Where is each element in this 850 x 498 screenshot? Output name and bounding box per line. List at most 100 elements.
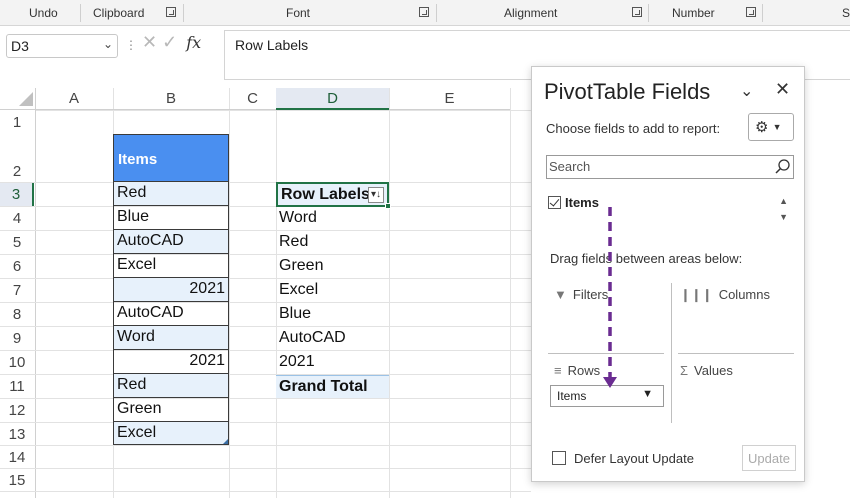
rows-area-label[interactable]: ≡ Rows [554, 363, 600, 378]
filters-area-label[interactable]: ▼ Filters [554, 287, 608, 302]
table-header-cell[interactable]: Items [113, 134, 229, 182]
defer-label: Defer Layout Update [574, 451, 694, 466]
cell-value: Blue [117, 208, 150, 225]
column-header-d[interactable]: D [276, 88, 389, 110]
row-header-5[interactable]: 5 [0, 231, 34, 254]
defer-layout-checkbox[interactable]: Defer Layout Update [552, 451, 694, 466]
search-placeholder: Search [549, 159, 591, 174]
row-header-11[interactable]: 11 [0, 375, 34, 398]
column-header-b[interactable]: B [113, 88, 229, 110]
pane-options-chevron-icon[interactable]: ⌄ [740, 81, 753, 101]
table-row[interactable]: 2021 [113, 350, 229, 374]
chevron-down-icon[interactable]: ⌄ [103, 37, 113, 51]
grid-line [35, 110, 531, 111]
table-row[interactable]: Blue [113, 206, 229, 230]
table-row[interactable]: Word [113, 326, 229, 350]
pivot-row-label[interactable]: Red [276, 231, 308, 251]
row-header-12[interactable]: 12 [0, 399, 34, 422]
grid-line [0, 230, 531, 231]
values-area-label[interactable]: Σ Values [680, 363, 733, 378]
ribbon-group-alignment[interactable]: Alignment [504, 6, 557, 20]
filter-dropdown-icon[interactable]: ▾↓ [368, 187, 384, 203]
pivot-row-label[interactable]: Green [276, 255, 323, 275]
cell-value: 2021 [189, 352, 225, 369]
select-all-corner[interactable] [0, 88, 35, 110]
search-icon[interactable] [775, 159, 791, 175]
row-header-4[interactable]: 4 [0, 207, 34, 230]
insert-function-icon[interactable]: fx [186, 33, 201, 52]
column-header-a[interactable]: A [35, 88, 113, 110]
ribbon-group-styles[interactable]: S [842, 6, 850, 20]
columns-area-label[interactable]: ❙❙❙ Columns [680, 287, 770, 303]
pane-subtitle: Choose fields to add to report: [546, 121, 721, 136]
rows-label: Rows [567, 363, 601, 378]
table-row[interactable]: Red [113, 374, 229, 398]
number-launcher-icon[interactable] [746, 7, 756, 17]
grid-line [0, 422, 531, 423]
ribbon-group-font[interactable]: Font [286, 6, 310, 20]
ribbon-group-undo[interactable]: Undo [29, 6, 58, 20]
row-header-15[interactable]: 15 [0, 469, 34, 491]
row-header-3[interactable]: 3 [0, 183, 34, 206]
grid-line [0, 398, 531, 399]
pivot-row-label[interactable]: Blue [276, 303, 311, 323]
row-header-2[interactable]: 2 [0, 160, 34, 182]
search-input[interactable]: Search [546, 155, 794, 179]
clipboard-launcher-icon[interactable] [166, 7, 176, 17]
row-header-13[interactable]: 13 [0, 423, 34, 445]
pivot-row-label[interactable]: Word [276, 207, 317, 227]
field-item-items[interactable]: Items [548, 195, 599, 210]
scroll-down-icon[interactable]: ▼ [779, 212, 788, 222]
cell-value: Red [117, 184, 147, 201]
table-row[interactable]: Green [113, 398, 229, 422]
row-header-8[interactable]: 8 [0, 303, 34, 326]
table-row[interactable]: AutoCAD [113, 230, 229, 254]
cell-value: Word [117, 328, 155, 345]
pivot-row-label[interactable]: Excel [276, 279, 318, 299]
font-launcher-icon[interactable] [419, 7, 429, 17]
table-row[interactable]: Excel [113, 254, 229, 278]
table-row[interactable]: Excel [113, 422, 229, 445]
pivot-grand-total-row[interactable]: Grand Total [276, 375, 389, 398]
table-row[interactable]: Red [113, 182, 229, 206]
table-row[interactable]: 2021 [113, 278, 229, 302]
close-icon[interactable]: ✕ [775, 79, 790, 100]
ribbon-group-number[interactable]: Number [672, 6, 715, 20]
ribbon-separator [648, 4, 649, 22]
filters-label: Filters [572, 287, 609, 302]
area-divider [678, 353, 794, 354]
enter-check-icon[interactable]: ✓ [162, 32, 177, 52]
grid-line [0, 374, 531, 375]
grid-line [35, 88, 36, 498]
grid-line [0, 182, 531, 183]
columns-icon: ❙❙❙ [680, 287, 713, 302]
row-header-9[interactable]: 9 [0, 327, 34, 350]
column-header-e[interactable]: E [389, 88, 510, 110]
row-header-1[interactable]: 1 [0, 111, 34, 134]
scroll-up-icon[interactable]: ▲ [779, 196, 788, 206]
table-row[interactable]: AutoCAD [113, 302, 229, 326]
table-resize-handle-icon[interactable] [223, 439, 228, 444]
cell-value: Excel [117, 424, 157, 441]
pivot-row-label[interactable]: AutoCAD [276, 327, 346, 347]
table-header-label: Items [118, 151, 158, 168]
pivot-row-label[interactable]: 2021 [276, 351, 315, 371]
row-header-14[interactable]: 14 [0, 446, 34, 468]
alignment-launcher-icon[interactable] [632, 7, 642, 17]
row-header-10[interactable]: 10 [0, 351, 34, 374]
cell-value: Excel [117, 256, 157, 273]
ribbon-separator [183, 4, 184, 22]
rows-field-dropdown[interactable]: Items ▼ [550, 385, 664, 407]
tools-button[interactable]: ⚙ ▼ [748, 113, 794, 141]
cancel-icon[interactable]: ✕ [142, 32, 157, 52]
pivot-header-cell[interactable]: Row Labels ▾↓ [276, 182, 391, 209]
checkbox-checked-icon[interactable] [548, 196, 561, 209]
name-box[interactable]: D3 ⌄ [6, 34, 118, 58]
ribbon-group-clipboard[interactable]: Clipboard [93, 6, 144, 20]
update-button[interactable]: Update [742, 445, 796, 471]
row-header-7[interactable]: 7 [0, 279, 34, 302]
fill-handle-icon[interactable] [385, 203, 391, 209]
checkbox-unchecked-icon[interactable] [552, 451, 566, 465]
column-header-c[interactable]: C [229, 88, 276, 110]
row-header-6[interactable]: 6 [0, 255, 34, 278]
